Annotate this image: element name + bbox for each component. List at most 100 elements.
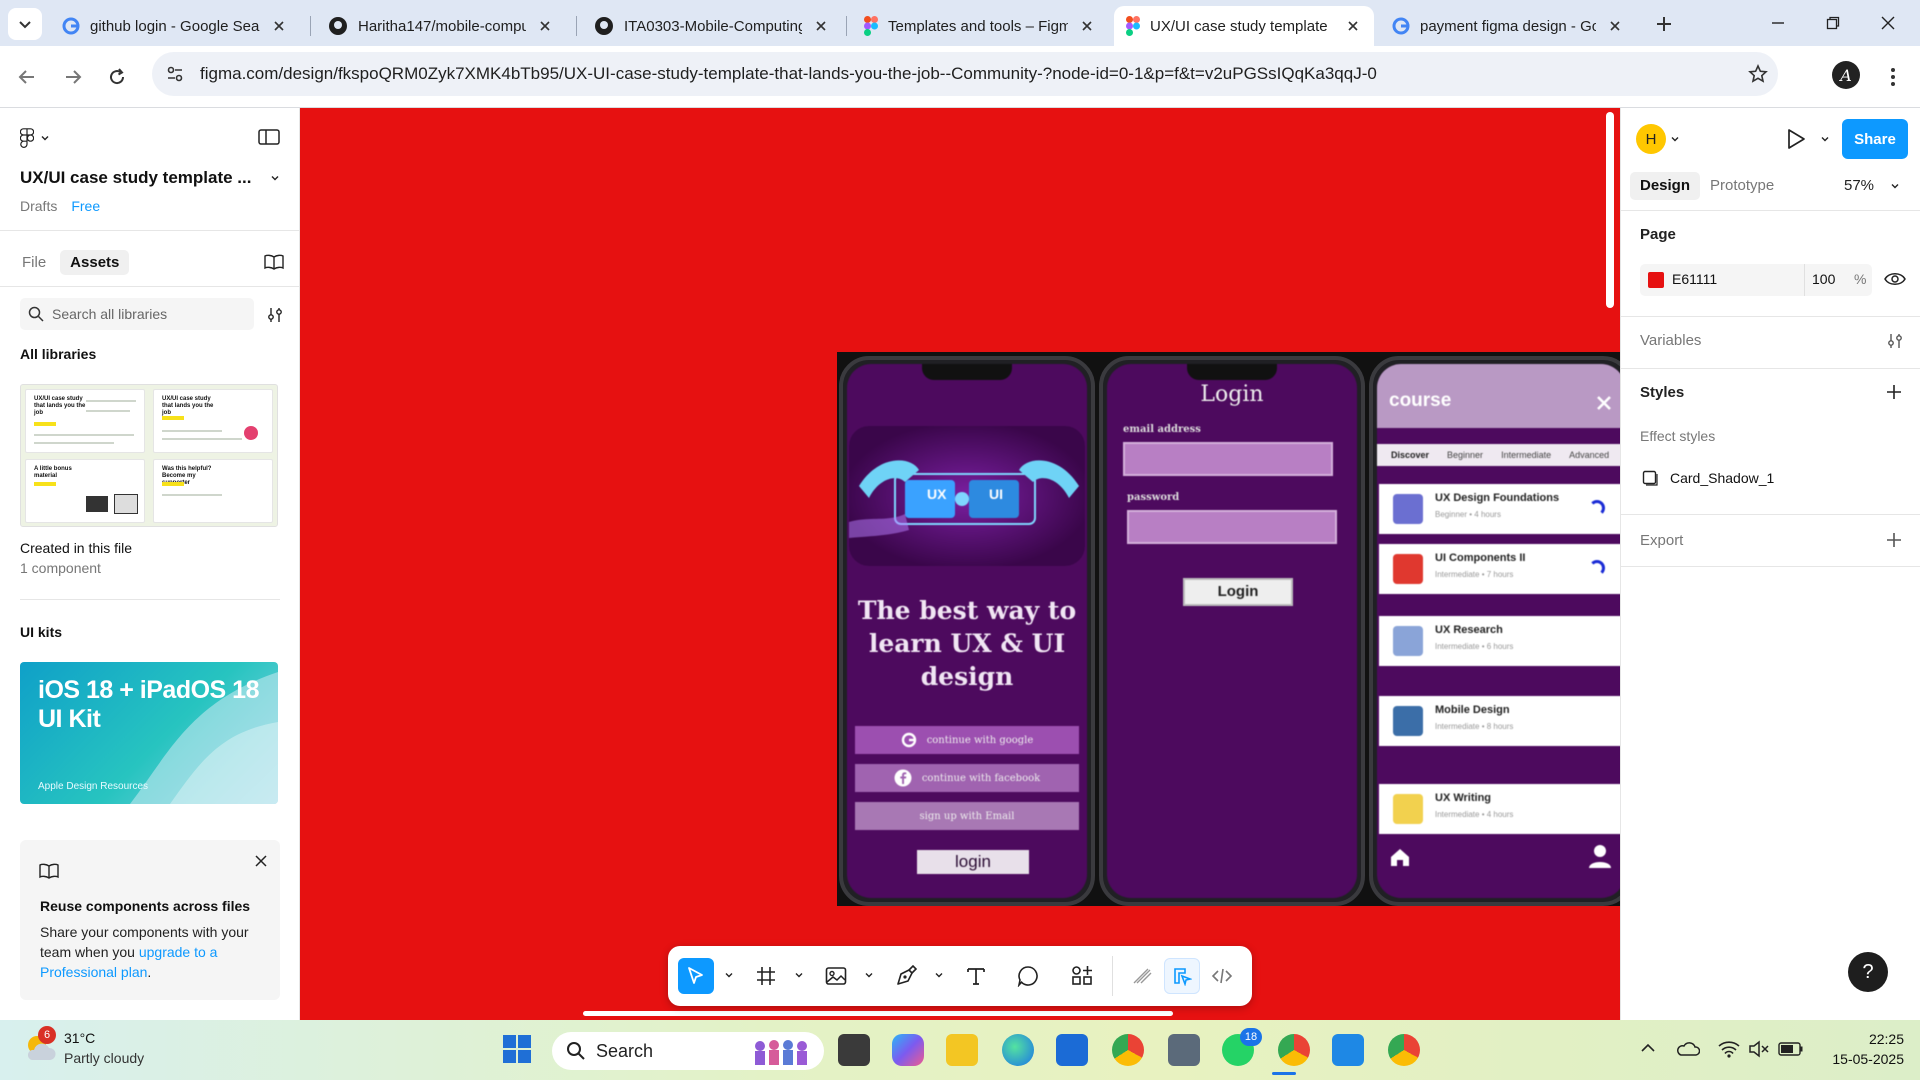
browser-tab[interactable]: payment figma design - Google xyxy=(1380,6,1636,46)
chevron-down-icon[interactable] xyxy=(864,970,874,980)
close-icon[interactable] xyxy=(1344,17,1362,35)
browser-tab[interactable]: Templates and tools – Figma xyxy=(852,6,1108,46)
variables-button[interactable] xyxy=(1886,332,1904,350)
export-heading[interactable]: Export xyxy=(1640,532,1683,549)
home-icon[interactable] xyxy=(1389,846,1411,868)
close-icon[interactable] xyxy=(536,17,554,35)
user-avatar[interactable]: H xyxy=(1636,124,1666,154)
dev-mode-button[interactable] xyxy=(1204,958,1240,994)
continue-google-button[interactable]: continue with google xyxy=(855,726,1079,754)
address-bar[interactable]: figma.com/design/fkspoQRM0Zyk7XMK4bTb95/… xyxy=(152,52,1778,96)
back-button[interactable] xyxy=(10,60,44,94)
actions-tool-button[interactable] xyxy=(1064,958,1100,994)
library-filter-button[interactable] xyxy=(266,306,284,324)
tab-prototype[interactable]: Prototype xyxy=(1710,172,1774,200)
signup-email-button[interactable]: sign up with Email xyxy=(855,802,1079,830)
whatsapp-icon[interactable]: 18 xyxy=(1222,1028,1262,1066)
browser-tab[interactable]: ITA0303-Mobile-Computing xyxy=(582,6,842,46)
prototype-frame[interactable]: UX UI The best way to learn UX & UI desi… xyxy=(837,352,1620,906)
continue-facebook-button[interactable]: continue with facebook xyxy=(855,764,1079,792)
pen-tool-button[interactable] xyxy=(888,958,924,994)
chrome-profile-2-icon[interactable] xyxy=(1388,1034,1420,1066)
tab-advanced[interactable]: Advanced xyxy=(1569,450,1609,460)
tab-file[interactable]: File xyxy=(20,250,48,275)
chevron-down-icon[interactable] xyxy=(724,970,734,980)
taskbar-search[interactable]: Search xyxy=(552,1032,824,1070)
page-opacity[interactable]: 100 xyxy=(1812,271,1835,287)
close-promo-button[interactable] xyxy=(254,854,268,868)
close-window-button[interactable] xyxy=(1870,8,1906,38)
help-button[interactable]: ? xyxy=(1848,952,1888,992)
weather-desc[interactable]: Partly cloudy xyxy=(64,1050,144,1066)
move-tool-button[interactable] xyxy=(678,958,714,994)
show-hidden-icons-button[interactable] xyxy=(1640,1042,1656,1054)
clock-time[interactable]: 22:25 xyxy=(1838,1031,1904,1047)
zoom-level[interactable]: 57% xyxy=(1844,172,1874,200)
tab-discover[interactable]: Discover xyxy=(1391,450,1429,460)
weather-temp[interactable]: 31°C xyxy=(64,1030,95,1046)
color-swatch[interactable] xyxy=(1648,272,1664,288)
comment-tool-button[interactable] xyxy=(1010,958,1046,994)
chrome-profile-icon[interactable] xyxy=(1278,1034,1310,1066)
draw-mode-button[interactable] xyxy=(1124,958,1160,994)
add-export-button[interactable] xyxy=(1886,532,1902,548)
reload-button[interactable] xyxy=(100,60,134,94)
page-color-input[interactable]: E61111 100 % xyxy=(1640,264,1872,296)
chevron-down-icon[interactable] xyxy=(1670,134,1680,144)
chevron-down-icon[interactable] xyxy=(270,173,280,183)
toggle-visibility-button[interactable] xyxy=(1884,271,1906,287)
browser-tab[interactable]: Haritha147/mobile-computing xyxy=(316,6,566,46)
library-button[interactable] xyxy=(264,254,284,270)
close-icon[interactable] xyxy=(1078,17,1096,35)
browser-tab[interactable]: github login - Google Search xyxy=(50,6,300,46)
canvas-vertical-scrollbar[interactable] xyxy=(1606,112,1614,308)
phone-screen-courses[interactable]: course Discover Beginner Intermediate Ad… xyxy=(1369,356,1620,906)
file-title[interactable]: UX/UI case study template ... xyxy=(20,168,251,188)
chevron-down-icon[interactable] xyxy=(1890,181,1900,191)
text-tool-button[interactable] xyxy=(958,958,994,994)
file-title-row[interactable]: UX/UI case study template ... xyxy=(20,168,280,188)
frame-tool-button[interactable] xyxy=(748,958,784,994)
variables-heading[interactable]: Variables xyxy=(1640,332,1701,349)
browser-menu-button[interactable] xyxy=(1876,60,1910,94)
bookmark-star-icon[interactable] xyxy=(1738,64,1778,84)
onedrive-icon[interactable] xyxy=(1676,1040,1700,1056)
present-button[interactable] xyxy=(1786,128,1806,150)
tab-design[interactable]: Design xyxy=(1630,172,1701,200)
search-libraries-input[interactable]: Search all libraries xyxy=(20,298,254,330)
design-mode-button[interactable] xyxy=(1164,958,1200,994)
course-card[interactable]: UX Writing Intermediate • 4 hours xyxy=(1379,784,1620,834)
battery-icon[interactable] xyxy=(1778,1042,1804,1056)
share-button[interactable]: Share xyxy=(1842,119,1908,159)
chevron-down-icon[interactable] xyxy=(1820,134,1830,144)
phone-screen-welcome[interactable]: UX UI The best way to learn UX & UI desi… xyxy=(839,356,1095,906)
effect-style-item[interactable]: Card_Shadow_1 xyxy=(1642,470,1774,486)
ui-kit-card[interactable]: iOS 18 + iPadOS 18 UI Kit Apple Design R… xyxy=(20,662,278,804)
restore-button[interactable] xyxy=(1815,8,1851,38)
design-canvas[interactable]: UX UI The best way to learn UX & UI desi… xyxy=(300,108,1620,1020)
password-field[interactable] xyxy=(1127,510,1337,544)
profile-avatar[interactable]: A xyxy=(1832,61,1860,89)
canvas-horizontal-scrollbar[interactable] xyxy=(583,1011,1173,1016)
chrome-icon[interactable] xyxy=(1112,1034,1144,1066)
page-color-hex[interactable]: E61111 xyxy=(1672,271,1717,287)
close-icon[interactable] xyxy=(1606,17,1624,35)
browser-tab-active[interactable]: UX/UI case study template xyxy=(1114,6,1374,46)
tab-intermediate[interactable]: Intermediate xyxy=(1501,450,1551,460)
start-button[interactable] xyxy=(502,1034,532,1064)
library-thumbnail[interactable]: UX/UI case study that lands you the job … xyxy=(20,384,278,527)
photos-icon[interactable] xyxy=(1332,1034,1364,1066)
drafts-link[interactable]: Drafts xyxy=(20,198,57,214)
site-settings-icon[interactable] xyxy=(166,65,184,83)
course-card[interactable]: UX Research Intermediate • 6 hours xyxy=(1379,616,1620,666)
phone-screen-login[interactable]: Login email address password Login xyxy=(1099,356,1365,906)
login-button-screen1[interactable]: login xyxy=(917,850,1029,874)
store-icon[interactable] xyxy=(1056,1034,1088,1066)
minimize-button[interactable] xyxy=(1760,8,1796,38)
camera-icon[interactable] xyxy=(1168,1034,1200,1066)
weather-widget[interactable]: 6 xyxy=(22,1026,58,1066)
course-card[interactable]: UI Components II Intermediate • 7 hours xyxy=(1379,544,1620,594)
close-icon[interactable] xyxy=(1597,396,1611,410)
file-explorer-icon[interactable] xyxy=(946,1034,978,1066)
task-view-icon[interactable] xyxy=(838,1034,870,1066)
